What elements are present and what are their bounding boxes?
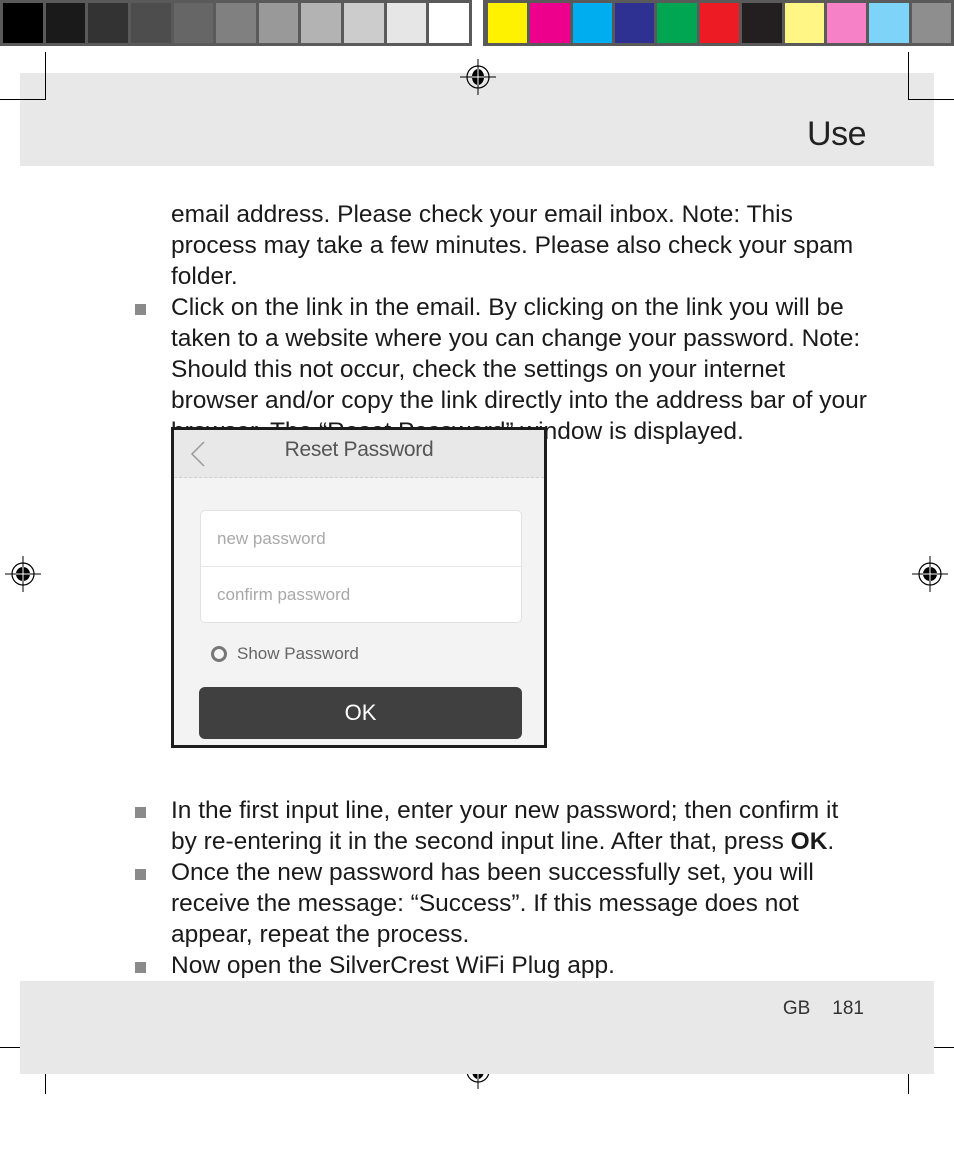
page-footer: GB 181 (783, 998, 864, 1020)
grayscale-swatch (258, 3, 299, 43)
crop-mark-top-left-v (45, 52, 46, 100)
grayscale-swatch (216, 3, 256, 43)
grayscale-swatch (429, 3, 470, 43)
registration-mark-icon (5, 556, 41, 592)
instruction-bullet: In the first input line, enter your new … (130, 795, 870, 857)
instruction-bullet: Click on the link in the email. By click… (130, 292, 870, 447)
color-swatch (742, 3, 782, 43)
reset-password-screen: Reset Password Show Password OK (171, 427, 547, 748)
continuation-paragraph: email address. Please check your email i… (171, 201, 854, 290)
grayscale-swatch (173, 3, 214, 43)
password-fields-card (200, 510, 522, 623)
color-swatch (657, 3, 697, 43)
instruction-bullet: Once the new password has been successfu… (130, 857, 870, 950)
language-code: GB (782, 998, 811, 1019)
color-swatch (826, 3, 867, 43)
color-swatch (488, 3, 528, 43)
color-swatch (784, 3, 824, 43)
crop-mark-top-left-h (0, 99, 46, 100)
confirm-password-input[interactable] (201, 567, 521, 623)
screen-title: Reset Password (284, 438, 434, 461)
footer-band (20, 981, 934, 1074)
bullet-text: . (827, 828, 835, 855)
process-color-bar (483, 0, 954, 46)
show-password-label: Show Password (237, 644, 359, 663)
color-swatch (699, 3, 740, 43)
color-swatch (615, 3, 655, 43)
registration-mark-icon (460, 59, 496, 95)
app-header: Reset Password (174, 430, 544, 478)
crop-mark-top-right-h (908, 99, 954, 100)
grayscale-swatch (301, 3, 342, 43)
grayscale-color-bar (0, 0, 472, 46)
section-title: Use (807, 115, 866, 153)
show-password-toggle[interactable]: Show Password (211, 644, 359, 664)
bullet-text: In the first input line, enter your new … (171, 797, 839, 855)
grayscale-swatch (130, 3, 171, 43)
grayscale-swatch (88, 3, 128, 43)
color-swatch (530, 3, 570, 43)
ok-button[interactable]: OK (199, 687, 522, 739)
color-swatch (911, 3, 951, 43)
instruction-bullet: Now open the SilverCrest WiFi Plug app. (130, 950, 870, 981)
new-password-input[interactable] (201, 511, 521, 567)
grayscale-swatch (3, 3, 43, 43)
grayscale-swatch (386, 3, 427, 43)
grayscale-swatch (45, 3, 86, 43)
registration-mark-icon (912, 556, 948, 592)
grayscale-swatch (344, 3, 384, 43)
page-number: 181 (832, 998, 864, 1019)
radio-unchecked-icon[interactable] (211, 646, 227, 662)
crop-mark-top-right-v (908, 52, 909, 100)
color-swatch (572, 3, 613, 43)
ok-keyword: OK (790, 828, 828, 855)
color-swatch (869, 3, 909, 43)
